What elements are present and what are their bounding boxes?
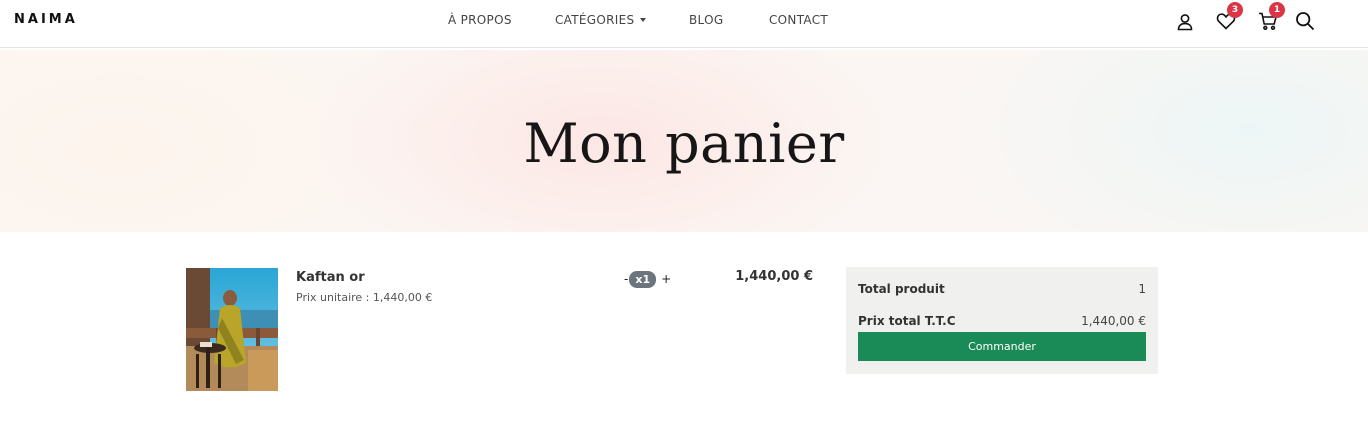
page-hero: Mon panier bbox=[0, 50, 1368, 232]
brand-logo[interactable]: NAIMA bbox=[14, 12, 78, 27]
nav-item-categories[interactable]: CATÉGORIES bbox=[555, 13, 647, 27]
nav-item-categories-label: CATÉGORIES bbox=[555, 13, 635, 27]
quantity-stepper: - x1 + bbox=[624, 270, 671, 288]
total-price-label: Prix total T.T.C bbox=[858, 314, 956, 328]
product-unit-price: Prix unitaire : 1,440,00 € bbox=[296, 291, 433, 304]
nav-item-blog[interactable]: BLOG bbox=[689, 13, 723, 27]
total-price-value: 1,440,00 € bbox=[1081, 314, 1146, 328]
item-total-price: 1,440,00 € bbox=[735, 269, 813, 284]
product-name[interactable]: Kaftan or bbox=[296, 270, 365, 285]
product-image[interactable] bbox=[186, 268, 278, 391]
user-icon bbox=[1177, 14, 1193, 31]
page-title: Mon panier bbox=[523, 112, 845, 175]
cart-button[interactable]: 1 bbox=[1257, 2, 1285, 32]
increase-quantity-button[interactable]: + bbox=[661, 270, 671, 288]
caret-down-icon bbox=[640, 18, 647, 22]
quantity-badge: x1 bbox=[629, 270, 657, 288]
account-button[interactable] bbox=[1174, 11, 1196, 33]
product-photo bbox=[186, 268, 278, 391]
search-icon bbox=[1296, 12, 1315, 31]
cart-count-badge: 1 bbox=[1269, 2, 1285, 18]
decrease-quantity-button[interactable]: - bbox=[624, 270, 628, 288]
search-button[interactable] bbox=[1294, 10, 1316, 32]
cart-summary: Total produit 1 Prix total T.T.C 1,440,0… bbox=[846, 267, 1158, 374]
total-products-value: 1 bbox=[1138, 282, 1146, 296]
nav-item-a-propos[interactable]: À PROPOS bbox=[448, 13, 512, 27]
order-button[interactable]: Commander bbox=[858, 332, 1146, 361]
wishlist-button[interactable]: 3 bbox=[1215, 2, 1243, 32]
wishlist-count-badge: 3 bbox=[1227, 2, 1243, 18]
nav-item-contact[interactable]: CONTACT bbox=[769, 13, 828, 27]
total-products-label: Total produit bbox=[858, 282, 945, 296]
site-header: NAIMA À PROPOS CATÉGORIES BLOG CONTACT 3… bbox=[0, 0, 1368, 48]
